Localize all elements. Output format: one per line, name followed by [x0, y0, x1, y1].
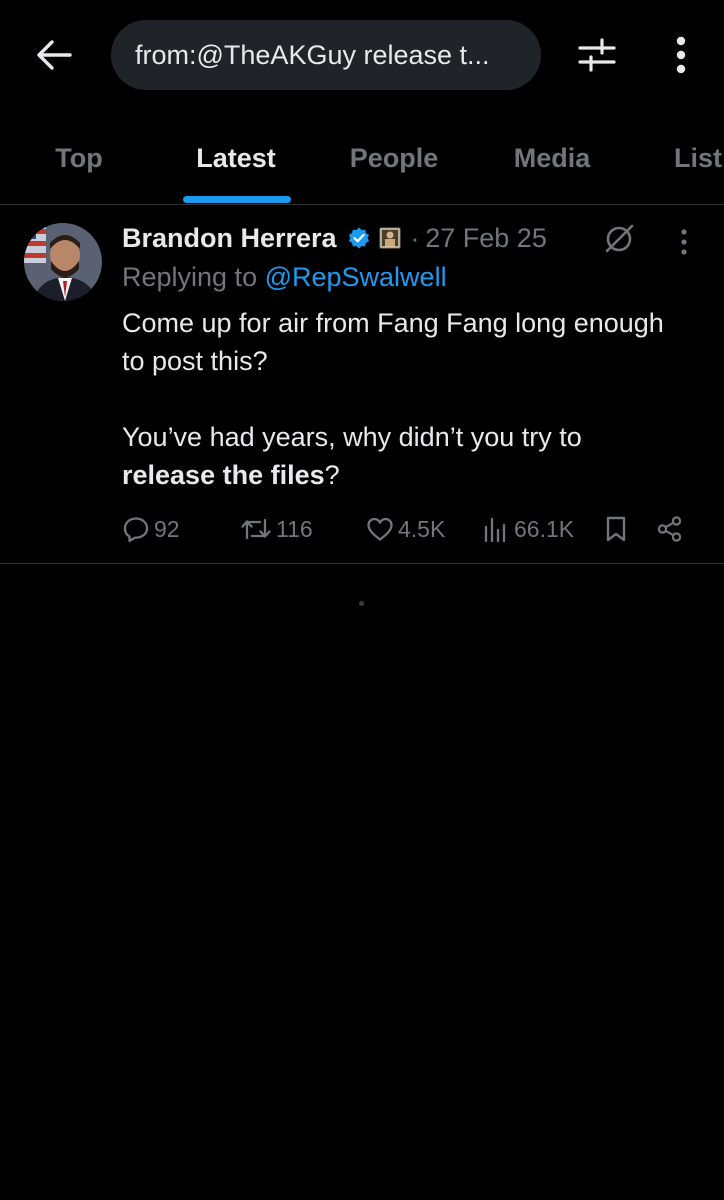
search-filters-button[interactable]	[574, 33, 620, 77]
tweet-text: Come up for air from Fang Fang long enou…	[122, 304, 682, 494]
header-separator: ·	[410, 222, 420, 253]
search-query: from:@TheAKGuy release t...	[135, 39, 490, 70]
affiliation-badge[interactable]	[378, 227, 401, 249]
like-count: 4.5K	[398, 515, 446, 542]
tweet-line-2-prefix: You’ve had years, why didn’t you try to	[122, 422, 582, 452]
tweet-line-2-suffix: ?	[324, 460, 340, 490]
bookmark-icon	[606, 516, 626, 542]
views-icon	[484, 517, 506, 543]
back-button[interactable]	[30, 33, 78, 77]
tweet-bold-text: release the files	[122, 460, 325, 490]
replying-prefix: Replying to	[122, 262, 265, 292]
search-tabs: Top Latest People Media List	[0, 112, 724, 205]
share-button[interactable]	[656, 509, 684, 549]
replying-to: Replying to @RepSwalwell	[122, 262, 447, 293]
tweet-line-2: You’ve had years, why didn’t you try to r…	[122, 418, 682, 494]
back-arrow-icon	[37, 40, 72, 70]
tab-media[interactable]: Media	[500, 112, 604, 204]
grok-icon[interactable]	[602, 222, 636, 256]
author-name[interactable]: Brandon Herrera	[122, 223, 337, 254]
more-vertical-icon	[676, 36, 686, 74]
more-options-button[interactable]	[660, 33, 702, 77]
like-icon	[367, 517, 393, 541]
tweet-line-1: Come up for air from Fang Fang long enou…	[122, 308, 664, 376]
tweet-date[interactable]: 27 Feb 25	[425, 223, 547, 254]
more-vertical-icon	[681, 229, 687, 255]
like-button[interactable]: 4.5K	[366, 509, 445, 549]
reply-count: 92	[154, 515, 180, 542]
tab-people[interactable]: People	[340, 112, 448, 204]
search-input[interactable]: from:@TheAKGuy release t...	[111, 20, 541, 90]
top-bar: from:@TheAKGuy release t...	[0, 0, 724, 112]
tweet-header: Brandon Herrera · 27 Feb 25	[122, 218, 547, 258]
bookmark-button[interactable]	[604, 509, 628, 549]
active-tab-indicator	[183, 196, 291, 203]
filter-sliders-icon	[578, 38, 616, 72]
reply-icon	[123, 517, 149, 543]
tab-top[interactable]: Top	[40, 112, 118, 204]
tweet[interactable]: Brandon Herrera · 27 Feb 25 Replying to …	[0, 204, 724, 564]
retweet-icon	[241, 518, 271, 540]
retweet-count: 116	[276, 515, 313, 542]
tweet-more-button[interactable]	[672, 225, 696, 259]
tab-lists[interactable]: List	[674, 112, 724, 204]
loading-indicator	[359, 601, 364, 606]
tweet-actions: 92 116 4.5K 66.1K	[122, 509, 702, 549]
tab-latest[interactable]: Latest	[180, 112, 292, 204]
retweet-button[interactable]: 116	[240, 509, 313, 549]
views-button[interactable]: 66.1K	[482, 509, 574, 549]
views-count: 66.1K	[514, 515, 575, 542]
reply-mention-link[interactable]: @RepSwalwell	[265, 262, 447, 292]
avatar[interactable]	[24, 223, 102, 301]
verified-badge-icon	[347, 226, 371, 250]
reply-button[interactable]: 92	[122, 509, 180, 549]
share-icon	[657, 516, 682, 542]
